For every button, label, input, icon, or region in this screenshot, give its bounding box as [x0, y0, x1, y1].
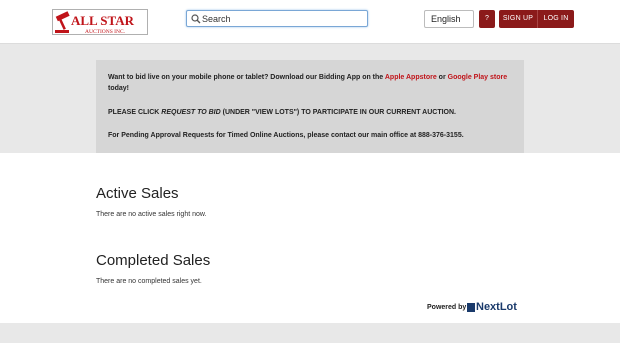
notice-today: today! — [108, 85, 129, 92]
auth-buttons: SIGN UP LOG IN — [499, 10, 574, 28]
login-button[interactable]: LOG IN — [538, 10, 574, 28]
apple-appstore-link[interactable]: Apple Appstore — [385, 74, 437, 81]
search-icon — [191, 14, 201, 24]
powered-by-label: Powered by — [427, 304, 467, 311]
gavel-logo-graphic: ALL STAR AUCTIONS INC. — [55, 11, 135, 35]
search-box[interactable] — [186, 10, 368, 27]
help-button[interactable]: ? — [479, 10, 495, 28]
site-logo[interactable]: ALL STAR AUCTIONS INC. — [52, 9, 148, 35]
active-sales-heading: Active Sales — [96, 185, 179, 202]
nextlot-brand: NextLot — [476, 301, 517, 313]
notice-request-prefix: PLEASE CLICK — [108, 109, 162, 116]
notice-request-to-bid: REQUEST TO BID — [161, 109, 221, 116]
nextlot-logo[interactable]: NextLot — [467, 301, 525, 314]
logo-wordmark: ALL STAR — [71, 13, 135, 28]
logo-subtitle: AUCTIONS INC. — [85, 29, 126, 35]
completed-sales-empty: There are no completed sales yet. — [96, 278, 202, 285]
notice-app-text: Want to bid live on your mobile phone or… — [108, 72, 508, 94]
top-header: ALL STAR AUCTIONS INC. English ? SIGN UP… — [0, 0, 620, 44]
active-sales-empty: There are no active sales right now. — [96, 211, 207, 218]
google-play-link[interactable]: Google Play store — [448, 74, 508, 81]
notice-banner: Want to bid live on your mobile phone or… — [96, 60, 524, 153]
search-input[interactable] — [202, 11, 362, 26]
completed-sales-heading: Completed Sales — [96, 252, 211, 269]
nextlot-icon — [467, 303, 475, 312]
notice-request-text: PLEASE CLICK REQUEST TO BID (UNDER "VIEW… — [108, 107, 508, 118]
main-content: Active Sales There are no active sales r… — [0, 153, 620, 323]
notice-pending-text: For Pending Approval Requests for Timed … — [108, 132, 464, 139]
notice-request-suffix: (UNDER "VIEW LOTS") TO PARTICIPATE IN OU… — [220, 109, 456, 116]
page-footer — [0, 323, 620, 343]
notice-app-intro: Want to bid live on your mobile phone or… — [108, 74, 385, 81]
language-select[interactable]: English — [424, 10, 474, 28]
notice-or: or — [436, 74, 448, 81]
signup-button[interactable]: SIGN UP — [499, 10, 537, 28]
